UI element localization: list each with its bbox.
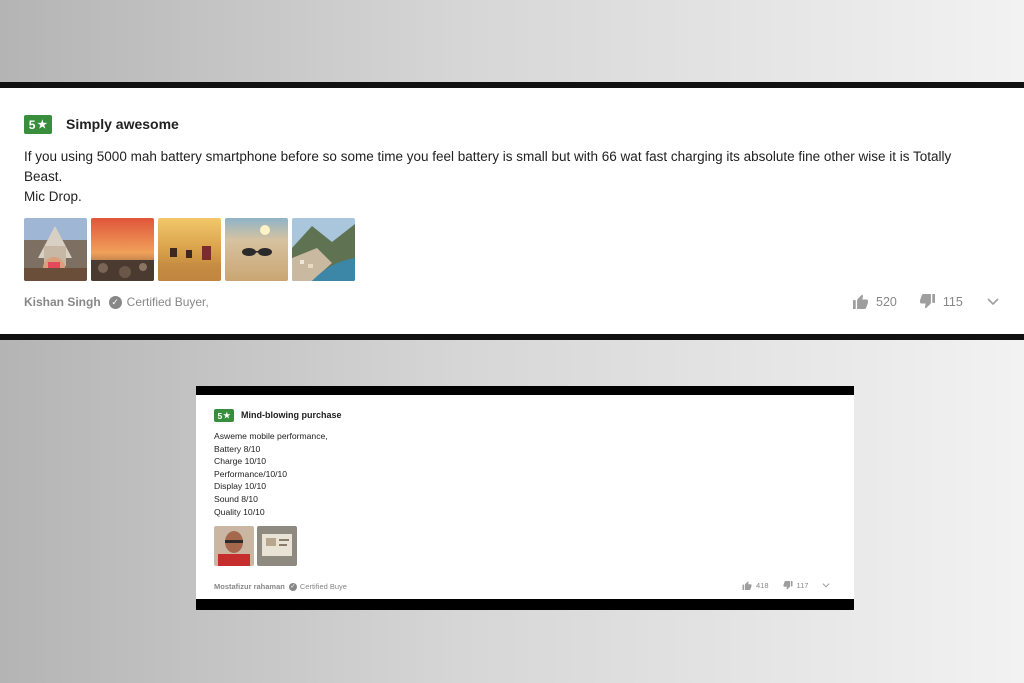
thumbs-down-icon — [783, 581, 793, 590]
rating-badge: 5 ★ — [24, 115, 52, 134]
review-title: Mind-blowing purchase — [241, 410, 342, 420]
review-body-line: Display 10/10 — [214, 481, 267, 492]
sunset-photo[interactable] — [91, 218, 154, 281]
review-photos — [24, 218, 355, 281]
like-count: 520 — [876, 294, 897, 309]
review-body-line: Sound 8/10 — [214, 493, 258, 504]
reviewer-name: Mostafizur rahaman — [214, 582, 285, 591]
rating-value: 5 — [28, 117, 36, 132]
review-title: Simply awesome — [66, 116, 179, 132]
like-button[interactable]: 520 — [852, 294, 897, 309]
review-body: If you using 5000 mah battery smartphone… — [24, 147, 1004, 207]
review-votes: 520 115 — [852, 294, 999, 309]
star-icon: ★ — [223, 411, 231, 420]
review-footer-author: Kishan Singh ✓ Certified Buyer, — [24, 295, 209, 309]
expand-button[interactable] — [822, 583, 830, 588]
review-body-line: Mic Drop. — [24, 189, 82, 204]
chevron-down-icon — [823, 583, 830, 588]
expand-button[interactable] — [987, 297, 999, 306]
certified-buyer-label: Certified Buyer, — [126, 295, 209, 309]
like-count: 418 — [756, 581, 769, 590]
reviewer-selfie-photo[interactable] — [214, 526, 254, 566]
review-footer-author: Mostafizur rahaman ✓ Certified Buye — [214, 582, 347, 591]
thumbs-down-icon — [919, 294, 935, 309]
dislike-button[interactable]: 115 — [919, 294, 963, 309]
rating-badge: 5 ★ — [214, 409, 234, 422]
check-circle-icon: ✓ — [108, 295, 122, 309]
review-body-line: Performance/10/10 — [214, 468, 288, 479]
dislike-count: 115 — [942, 294, 963, 309]
review-body-line: Charge 10/10 — [214, 456, 267, 467]
review-body-line: Beast. — [24, 169, 63, 184]
review-votes: 418 117 — [742, 581, 830, 590]
star-icon: ★ — [37, 119, 48, 131]
review-card: 5 ★ Simply awesome If you using 5000 mah… — [0, 82, 1024, 340]
dislike-count: 117 — [796, 581, 809, 590]
review-photos — [214, 526, 297, 566]
like-button[interactable]: 418 — [742, 581, 769, 590]
phone-box-photo[interactable] — [257, 526, 297, 566]
dislike-button[interactable]: 117 — [783, 581, 809, 590]
review-body-line: If you using 5000 mah battery smartphone… — [24, 149, 952, 164]
certified-buyer-label: Certified Buye — [299, 582, 347, 591]
reviewer-name: Kishan Singh — [24, 295, 101, 309]
review-body-line: Quality 10/10 — [214, 506, 265, 517]
sunglasses-sand-photo[interactable] — [225, 218, 288, 281]
check-circle-icon: ✓ — [288, 582, 297, 591]
review-body: Asweme mobile performance, Battery 8/10 … — [214, 430, 328, 518]
coastal-town-photo[interactable] — [292, 218, 355, 281]
beach-boats-photo[interactable] — [158, 218, 221, 281]
thumbs-up-icon — [853, 294, 868, 309]
review-card: 5 ★ Mind-blowing purchase Asweme mobile … — [196, 386, 854, 610]
thumbs-up-icon — [742, 581, 752, 590]
review-body-line: Asweme mobile performance, — [214, 431, 328, 441]
chevron-down-icon — [987, 297, 999, 305]
rating-value: 5 — [217, 410, 223, 421]
temple-photo[interactable] — [24, 218, 87, 281]
review-body-line: Battery 8/10 — [214, 443, 261, 454]
